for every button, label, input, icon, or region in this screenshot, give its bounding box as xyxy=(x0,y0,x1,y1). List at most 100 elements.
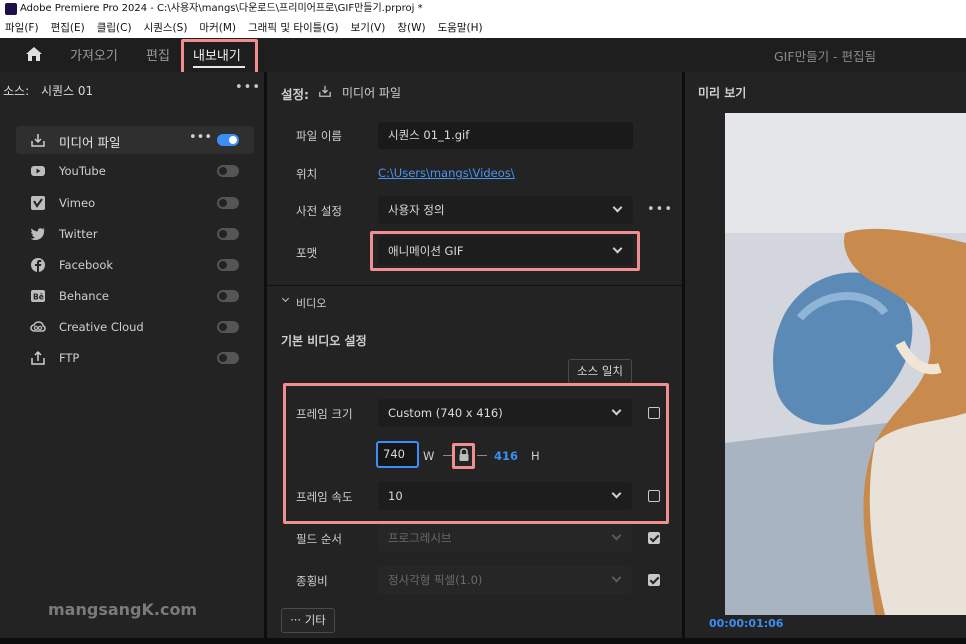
settings-header-target: 미디어 파일 xyxy=(342,86,402,100)
destination-toggle[interactable] xyxy=(217,134,239,146)
width-input[interactable]: 740 xyxy=(376,441,419,468)
settings-header: 설정: xyxy=(281,87,309,102)
location-label: 위치 xyxy=(296,167,318,181)
destination-label: Facebook xyxy=(59,258,114,272)
destination-label: Twitter xyxy=(59,227,98,241)
width-unit: W xyxy=(423,449,435,463)
source-more-icon[interactable]: ••• xyxy=(235,80,261,95)
menu-help[interactable]: 도움말(H) xyxy=(438,18,483,38)
aspect-checkbox[interactable] xyxy=(648,574,660,586)
preview-timecode[interactable]: 00:00:01:06 xyxy=(709,617,783,630)
more-settings-button[interactable]: ··· 기타 xyxy=(281,608,335,633)
frame-rate-value: 10 xyxy=(388,489,403,503)
preset-label: 사전 설정 xyxy=(296,204,342,218)
destination-toggle[interactable] xyxy=(217,197,239,209)
destination-toggle[interactable] xyxy=(217,321,239,333)
menu-graphics[interactable]: 그래픽 및 타이틀(G) xyxy=(248,18,339,38)
chevron-down-icon xyxy=(611,405,622,416)
destination-more-icon[interactable]: ••• xyxy=(189,130,212,145)
more-settings-label: 기타 xyxy=(304,613,326,627)
tab-edit[interactable]: 편집 xyxy=(146,45,170,64)
download-icon xyxy=(319,85,331,97)
frame-size-checkbox[interactable] xyxy=(648,407,660,419)
destination-toggle[interactable] xyxy=(217,352,239,364)
destination-youtube[interactable]: YouTube xyxy=(16,157,254,185)
destination-toggle[interactable] xyxy=(217,228,239,240)
destination-label: Vimeo xyxy=(59,196,96,210)
format-value: 애니메이션 GIF xyxy=(388,244,464,258)
facebook-icon xyxy=(31,258,45,272)
link-line-left xyxy=(443,455,453,456)
chevron-down-icon xyxy=(611,530,622,541)
destination-label: YouTube xyxy=(59,164,106,178)
section-divider xyxy=(267,285,682,286)
frame-size-label: 프레임 크기 xyxy=(296,407,353,421)
tab-export[interactable]: 내보내기 xyxy=(193,45,241,64)
twitter-icon xyxy=(30,228,45,241)
source-sequence-name: 시퀀스 01 xyxy=(40,84,94,98)
height-unit: H xyxy=(531,449,540,463)
lock-icon[interactable] xyxy=(457,447,471,463)
destination-ftp[interactable]: FTP xyxy=(16,344,254,372)
preset-value: 사용자 정의 xyxy=(388,203,445,217)
field-order-dropdown: 프로그레시브 xyxy=(378,524,632,552)
project-title: GIF만들기 - 편집됨 xyxy=(774,49,877,64)
source-label: 소스: xyxy=(3,84,30,98)
chevron-down-icon xyxy=(612,202,623,213)
frame-rate-checkbox[interactable] xyxy=(648,490,660,502)
height-value[interactable]: 416 xyxy=(494,449,518,463)
menu-view[interactable]: 보기(V) xyxy=(351,18,386,38)
download-icon xyxy=(31,134,45,147)
format-dropdown[interactable]: 애니메이션 GIF xyxy=(378,237,633,265)
destination-label: Creative Cloud xyxy=(59,320,144,334)
frame-rate-dropdown[interactable]: 10 xyxy=(378,482,632,510)
destination-toggle[interactable] xyxy=(217,259,239,271)
source-header: 소스: 시퀀스 01 xyxy=(3,82,93,99)
home-icon[interactable] xyxy=(25,46,43,62)
destination-twitter[interactable]: Twitter xyxy=(16,220,254,248)
active-tab-underline xyxy=(193,66,245,68)
destination-label: 미디어 파일 xyxy=(59,135,121,150)
aspect-label: 종횡비 xyxy=(296,574,328,588)
preset-dropdown[interactable]: 사용자 정의 xyxy=(378,196,633,224)
more-dots-icon: ··· xyxy=(290,613,302,627)
preview-title: 미리 보기 xyxy=(698,86,747,100)
destination-behance[interactable]: Bē Behance xyxy=(16,282,254,310)
destination-media-file[interactable]: 미디어 파일 ••• xyxy=(16,126,254,154)
menu-sequence[interactable]: 시퀀스(S) xyxy=(144,18,188,38)
location-link[interactable]: C:\Users\mangs\Videos\ xyxy=(378,166,515,180)
youtube-icon xyxy=(31,166,45,176)
destination-toggle[interactable] xyxy=(217,290,239,302)
window-title-bar: Adobe Premiere Pro 2024 - C:\사용자\mangs\다… xyxy=(0,0,966,18)
destination-facebook[interactable]: Facebook xyxy=(16,251,254,279)
menu-marker[interactable]: 마커(M) xyxy=(199,18,236,38)
menu-file[interactable]: 파일(F) xyxy=(5,18,39,38)
creative-cloud-icon xyxy=(30,321,46,332)
menu-edit[interactable]: 편집(E) xyxy=(51,18,85,38)
menu-clip[interactable]: 클립(C) xyxy=(97,18,132,38)
aspect-value: 정사각형 픽셀(1.0) xyxy=(388,573,483,587)
field-order-checkbox[interactable] xyxy=(648,532,660,544)
window-title: Adobe Premiere Pro 2024 - C:\사용자\mangs\다… xyxy=(20,3,423,14)
menu-bar: 파일(F) 편집(E) 클립(C) 시퀀스(S) 마커(M) 그래픽 및 타이틀(G) 보기… xyxy=(0,18,966,38)
preset-more-icon[interactable]: ••• xyxy=(647,202,673,217)
tab-import[interactable]: 가져오기 xyxy=(70,45,118,64)
frame-rate-label: 프레임 속도 xyxy=(296,490,353,504)
link-line-right xyxy=(477,455,487,456)
field-order-label: 필드 순서 xyxy=(296,532,342,546)
format-label: 포맷 xyxy=(296,246,318,260)
file-name-input[interactable]: 시퀀스 01_1.gif xyxy=(378,122,633,149)
destination-creative-cloud[interactable]: Creative Cloud xyxy=(16,313,254,341)
match-source-button[interactable]: 소스 일치 xyxy=(568,359,632,384)
upload-icon xyxy=(31,350,45,365)
destination-vimeo[interactable]: Vimeo xyxy=(16,189,254,217)
destination-toggle[interactable] xyxy=(217,165,239,177)
frame-size-dropdown[interactable]: Custom (740 x 416) xyxy=(378,399,632,427)
file-name-label: 파일 이름 xyxy=(296,129,342,143)
premiere-app-icon xyxy=(5,3,17,15)
video-section-title[interactable]: 비디오 xyxy=(296,295,326,311)
svg-text:Bē: Bē xyxy=(33,293,44,302)
frame-size-value: Custom (740 x 416) xyxy=(388,406,503,420)
menu-window[interactable]: 창(W) xyxy=(397,18,425,38)
watermark-text: mangsangK.com xyxy=(48,600,198,619)
